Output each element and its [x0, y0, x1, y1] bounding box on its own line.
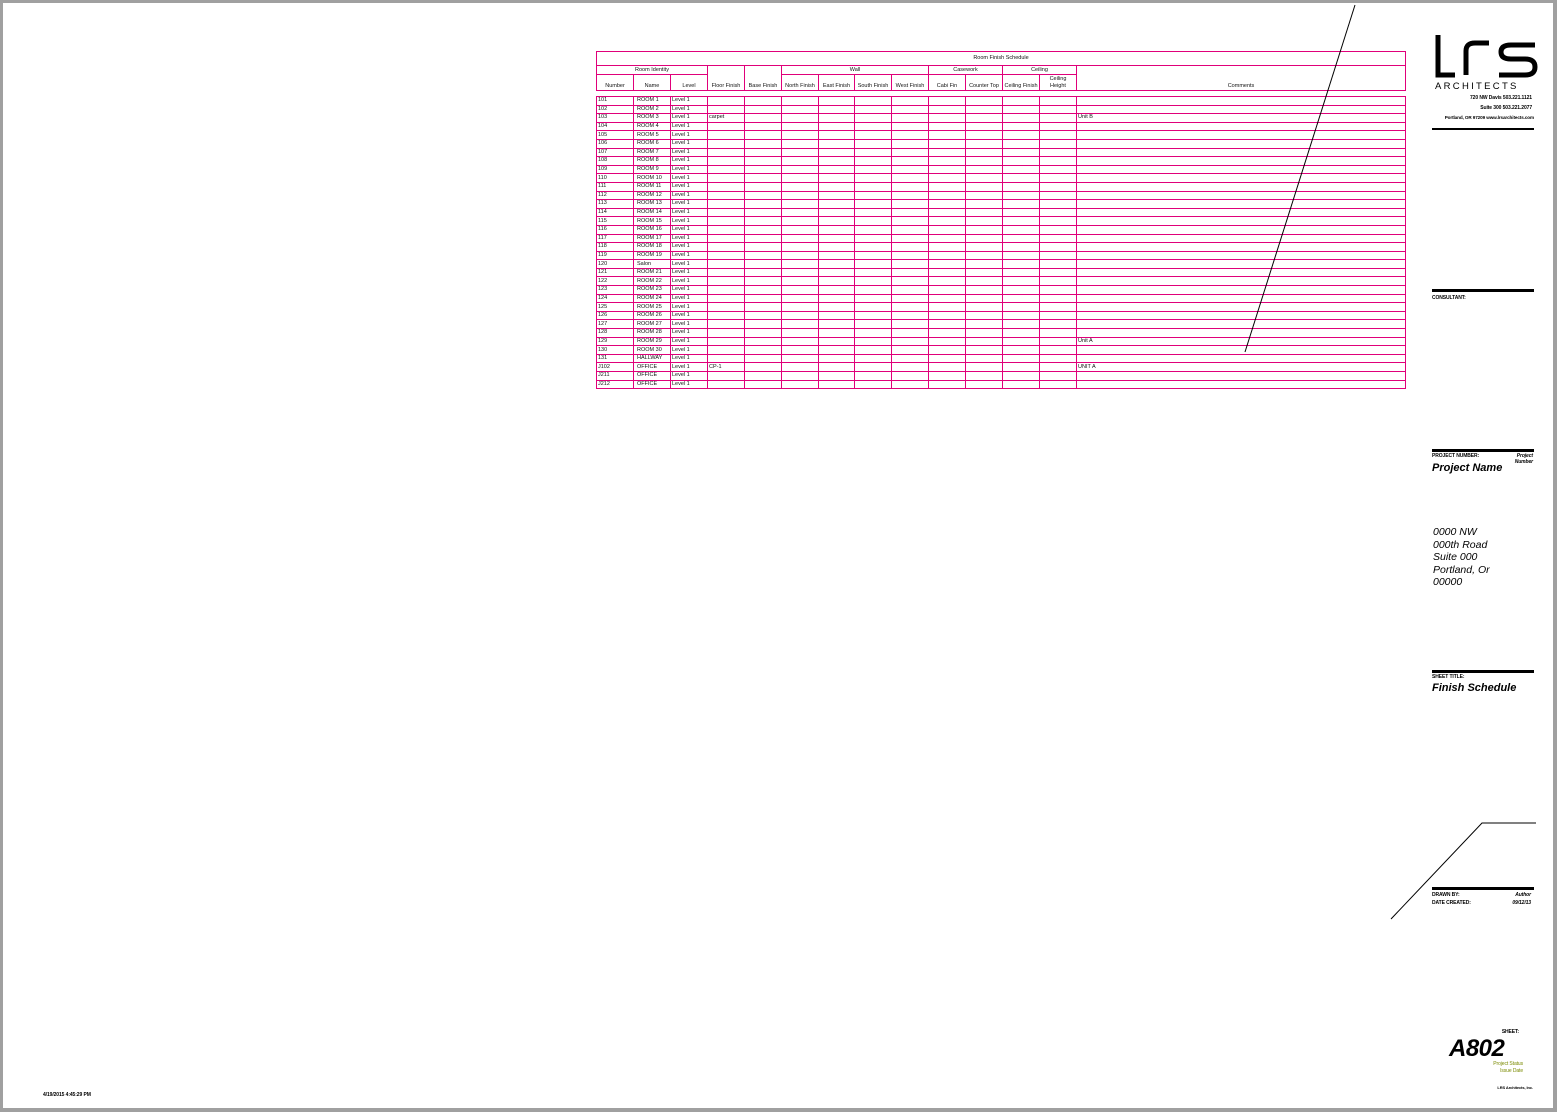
office-address-2: Suite 300 503.221.2077	[1480, 105, 1532, 111]
drawing-sheet: Room Finish Schedule Room Identity Floor…	[3, 3, 1553, 1108]
date-created-label: DATE CREATED:	[1432, 900, 1471, 906]
project-status: Project Status	[1493, 1061, 1523, 1067]
issue-date: Issue Date	[1500, 1068, 1523, 1074]
office-address-3: Portland, OR 97209 www.lrsarchitects.com	[1444, 115, 1534, 120]
sheet-title-label: SHEET TITLE:	[1432, 674, 1465, 680]
sheet-title: Finish Schedule	[1432, 682, 1517, 694]
diagonal-lines	[1244, 4, 1536, 920]
logo-wordmark: ARCHITECTS	[1435, 81, 1519, 92]
title-rule	[1432, 289, 1534, 292]
lrs-logo	[1435, 35, 1538, 78]
sheet-number: A802	[1449, 1035, 1505, 1062]
drawn-by-label: DRAWN BY:	[1432, 892, 1460, 898]
office-address-1: 720 NW Davis 503.221.1121	[1470, 95, 1532, 101]
consultant-label: CONSULTANT:	[1432, 295, 1466, 301]
plot-stamp: 4/19/2015 4:45:29 PM	[43, 1092, 91, 1098]
title-rule	[1432, 449, 1534, 452]
copyright: LRS Architects, Inc.	[1497, 1085, 1533, 1090]
drawn-by-value: Author	[1515, 892, 1531, 898]
project-number-label: PROJECT NUMBER:	[1432, 453, 1480, 459]
project-name: Project Name	[1432, 462, 1503, 474]
project-address: 0000 NW 000th Road Suite 000 Portland, O…	[1433, 526, 1490, 588]
date-created-value: 09/12/13	[1512, 900, 1531, 906]
project-number-value: Project Number	[1514, 453, 1533, 465]
title-rule	[1432, 887, 1534, 890]
title-rule	[1432, 128, 1534, 130]
title-rule	[1432, 670, 1534, 673]
